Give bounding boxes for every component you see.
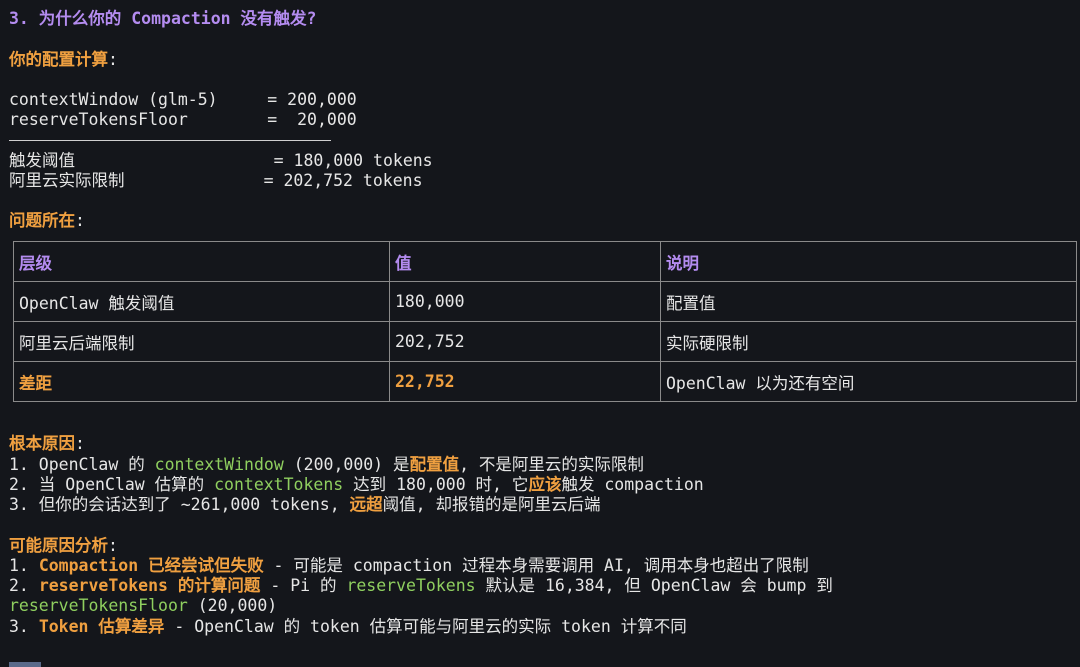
section-title: 3. 为什么你的 Compaction 没有触发?: [9, 9, 317, 28]
root-cause-heading: 根本原因:: [9, 434, 85, 454]
config-line-reserve-floor: reserveTokensFloor = 20,000: [9, 110, 357, 129]
possible-cause-line-1: 1. Compaction 已经尝试但失败 - 可能是 compaction 过…: [9, 556, 809, 576]
code-span: reserveTokensFloor: [9, 596, 188, 615]
table-header-cell: 值: [389, 241, 661, 282]
text-span: 1. OpenClaw 的: [9, 455, 155, 474]
table-cell: OpenClaw 以为还有空间: [660, 361, 1077, 402]
root-cause-heading-colon: :: [75, 434, 85, 453]
text-span: - Pi 的: [260, 576, 347, 595]
comparison-table: 层级 值 说明 OpenClaw 触发阈值 180,000 配置值 阿里云后端限…: [13, 241, 1077, 402]
emphasis-span: reserveTokens 的计算问题: [38, 576, 261, 595]
config-line-context-window: contextWindow (glm-5) = 200,000: [9, 90, 357, 109]
text-span: 1.: [9, 556, 39, 575]
root-cause-line-1: 1. OpenClaw 的 contextWindow (200,000) 是配…: [9, 455, 644, 475]
text-span: 默认是 16,384, 但 OpenClaw 会 bump 到: [475, 576, 833, 595]
table-cell: 180,000: [389, 281, 661, 322]
possible-cause-line-2-cont: reserveTokensFloor (20,000): [9, 596, 277, 616]
emphasis-span: Compaction 已经尝试但失败: [38, 556, 264, 575]
table-row: 阿里云后端限制 202,752 实际硬限制: [13, 321, 1077, 362]
config-heading-colon: :: [108, 50, 118, 69]
root-cause-line-3: 3. 但你的会话达到了 ~261,000 tokens, 远超阈值, 却报错的是…: [9, 495, 601, 515]
code-span: contextWindow: [154, 455, 284, 474]
table-row-gap: 差距 22,752 OpenClaw 以为还有空间: [13, 361, 1077, 402]
config-heading: 你的配置计算:: [9, 50, 118, 70]
code-span: reserveTokens: [346, 576, 476, 595]
emphasis-span: Token 估算差异: [38, 617, 165, 636]
possible-causes-heading: 可能原因分析:: [9, 536, 118, 556]
config-divider: [9, 140, 331, 141]
root-cause-heading-text: 根本原因: [9, 434, 75, 453]
text-span: (20,000): [187, 596, 278, 615]
emphasis-span: 远超: [349, 495, 383, 514]
text-span: 3. 但你的会话达到了 ~261,000 tokens,: [9, 495, 350, 514]
config-line-aliyun-limit: 阿里云实际限制 = 202,752 tokens: [9, 171, 423, 190]
config-line-trigger-threshold: 触发阈值 = 180,000 tokens: [9, 151, 433, 170]
emphasis-span: 应该: [528, 475, 562, 494]
text-span: - OpenClaw 的 token 估算可能与阿里云的实际 token 计算不…: [164, 617, 687, 636]
text-span: , 不是阿里云的实际限制: [459, 455, 644, 474]
text-span: 阈值, 却报错的是阿里云后端: [382, 495, 601, 514]
table-cell: 202,752: [389, 321, 661, 362]
possible-causes-heading-colon: :: [108, 536, 118, 555]
root-cause-line-2: 2. 当 OpenClaw 估算的 contextTokens 达到 180,0…: [9, 475, 704, 495]
text-span: 达到 180,000 时, 它: [343, 475, 529, 494]
problem-heading: 问题所在:: [9, 211, 85, 231]
possible-causes-heading-text: 可能原因分析: [9, 536, 108, 555]
code-span: contextTokens: [214, 475, 344, 494]
table-cell: 22,752: [389, 361, 661, 402]
problem-heading-text: 问题所在: [9, 211, 75, 230]
table-cell: 配置值: [660, 281, 1077, 322]
table-cell: 实际硬限制: [660, 321, 1077, 362]
text-span: 2. 当 OpenClaw 估算的: [9, 475, 215, 494]
table-cell: 阿里云后端限制: [13, 321, 390, 362]
text-span: 2.: [9, 576, 39, 595]
emphasis-span: 配置值: [409, 455, 460, 474]
text-span: (200,000) 是: [283, 455, 410, 474]
table-header-cell: 层级: [13, 241, 390, 282]
possible-cause-line-3: 3. Token 估算差异 - OpenClaw 的 token 估算可能与阿里…: [9, 617, 687, 637]
table-row: OpenClaw 触发阈值 180,000 配置值: [13, 281, 1077, 322]
text-span: 3.: [9, 617, 39, 636]
table-cell: 差距: [13, 361, 390, 402]
terminal-cursor: [9, 662, 41, 667]
possible-cause-line-2: 2. reserveTokens 的计算问题 - Pi 的 reserveTok…: [9, 576, 833, 596]
table-header-row: 层级 值 说明: [13, 241, 1077, 282]
table-cell: OpenClaw 触发阈值: [13, 281, 390, 322]
problem-heading-colon: :: [75, 211, 85, 230]
text-span: 触发 compaction: [561, 475, 704, 494]
config-heading-text: 你的配置计算: [9, 50, 108, 69]
table-header-cell: 说明: [660, 241, 1077, 282]
text-span: - 可能是 compaction 过程本身需要调用 AI, 调用本身也超出了限制: [263, 556, 809, 575]
